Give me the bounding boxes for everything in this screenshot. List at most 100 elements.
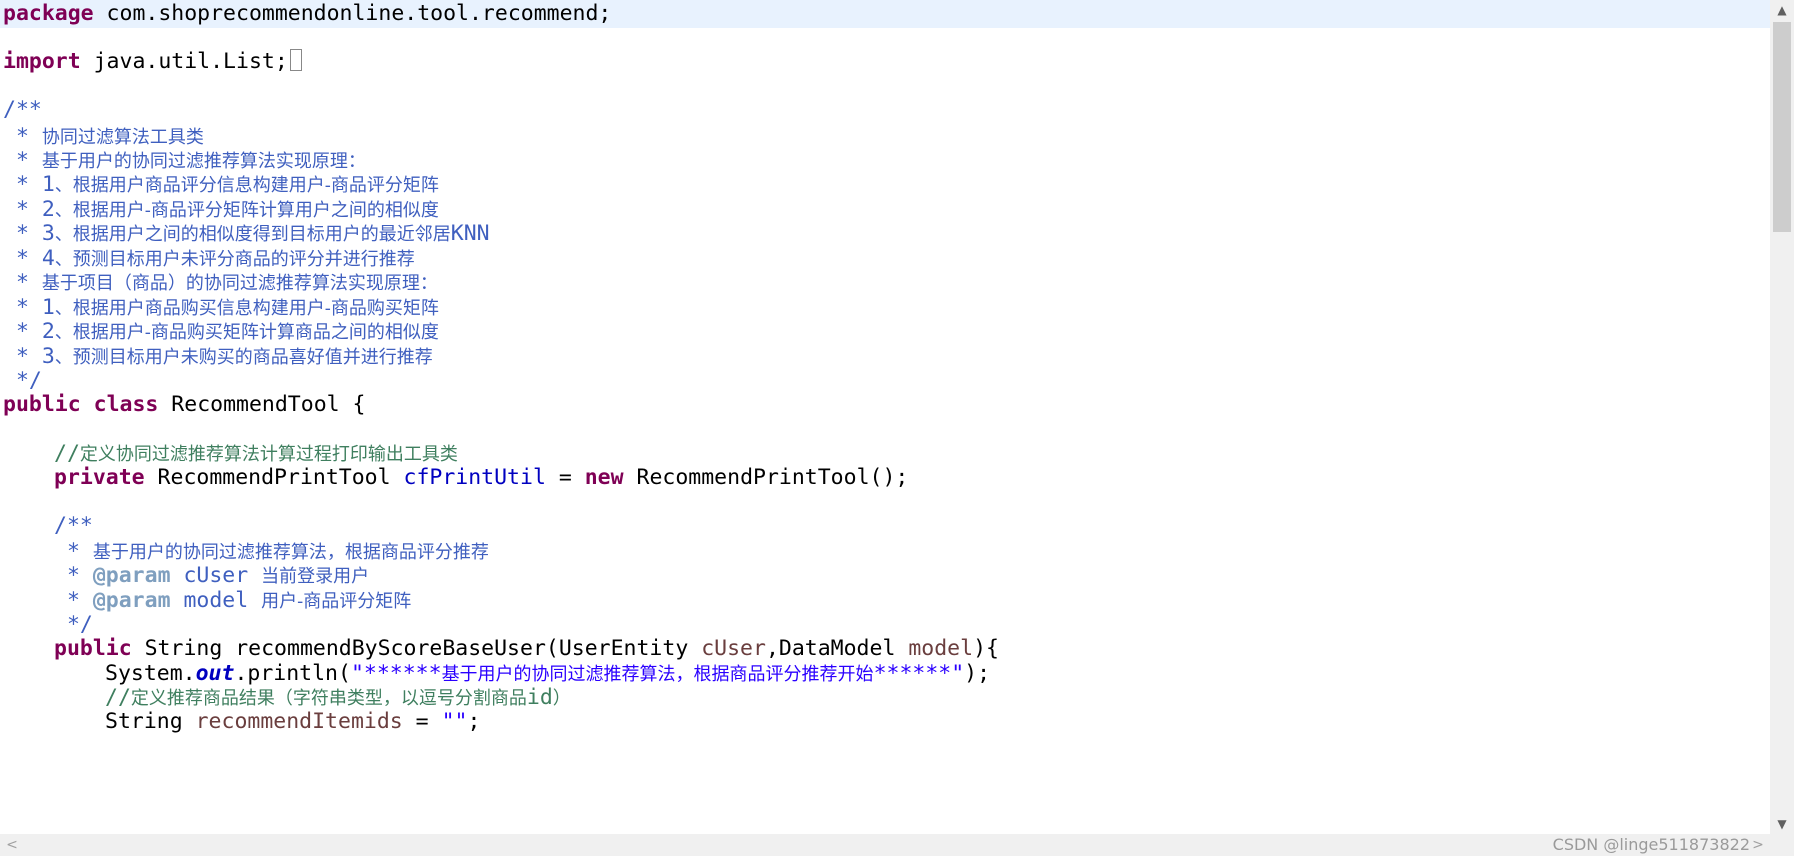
code-line-5[interactable]: /** xyxy=(3,96,42,124)
javadoc-number: 2 xyxy=(41,319,55,344)
keyword-public: public xyxy=(54,636,132,661)
line-comment-slashes: // xyxy=(105,685,131,710)
keyword-public: public xyxy=(3,392,81,417)
javadoc-star: * xyxy=(3,246,42,271)
javadoc-param-name: model xyxy=(170,588,262,613)
line-comment-close: ） xyxy=(552,688,571,709)
local-variable: recommendItemids xyxy=(195,709,403,734)
string-literal-start: "****** xyxy=(350,661,442,686)
string-literal-text: 基于用户的协同过滤推荐算法，根据商品评分推荐开始 xyxy=(441,664,874,685)
javadoc-param-tag: @param xyxy=(92,563,171,588)
javadoc-text: 基于用户的协同过滤推荐算法，根据商品评分推荐 xyxy=(92,542,489,563)
code-line-24[interactable]: * @param cUser 当前登录用户 xyxy=(54,562,369,590)
line-comment-id: id xyxy=(526,685,553,710)
javadoc-star: * xyxy=(54,588,93,613)
javadoc-text: 协同过滤算法工具类 xyxy=(41,127,204,148)
code-line-14[interactable]: * 2、根据用户-商品购买矩阵计算商品之间的相似度 xyxy=(3,318,439,346)
javadoc-star: * xyxy=(3,124,42,149)
static-field-out: out xyxy=(195,661,235,686)
parameter-cuser: cUser xyxy=(701,636,766,661)
javadoc-text: 、根据用户商品评分信息构建用户-商品评分矩阵 xyxy=(54,175,439,196)
javadoc-number: 3 xyxy=(41,344,55,369)
javadoc-star: * xyxy=(3,197,42,222)
field-name: cfPrintUtil xyxy=(403,465,546,490)
code-line-27[interactable]: public String recommendByScoreBaseUser(U… xyxy=(54,635,999,663)
javadoc-star: * xyxy=(54,563,93,588)
statement-end: ); xyxy=(964,661,991,686)
javadoc-number: 3 xyxy=(41,221,55,246)
type-name: RecommendPrintTool xyxy=(144,465,404,490)
javadoc-param-name: cUser xyxy=(170,563,262,588)
javadoc-text: 用户-商品评分矩阵 xyxy=(261,591,412,612)
class-declaration: RecommendTool { xyxy=(158,392,366,417)
keyword-import: import xyxy=(3,49,81,74)
javadoc-text: 基于项目（商品）的协同过滤推荐算法实现原理： xyxy=(41,273,438,294)
javadoc-star: * xyxy=(3,319,42,344)
folded-code-marker[interactable] xyxy=(289,49,302,71)
keyword-new: new xyxy=(584,465,624,490)
javadoc-number: 1 xyxy=(41,295,55,320)
vertical-scrollbar[interactable]: ▲ ▼ xyxy=(1770,0,1794,834)
scroll-left-icon[interactable]: < xyxy=(2,834,22,856)
code-line-1[interactable]: package com.shoprecommendonline.tool.rec… xyxy=(0,0,1770,28)
constructor-call: RecommendPrintTool(); xyxy=(623,465,909,490)
vertical-scroll-thumb[interactable] xyxy=(1773,22,1791,232)
parameter-model: model xyxy=(908,636,974,661)
javadoc-text: 当前登录用户 xyxy=(261,566,370,587)
method-signature-middle: ,DataModel xyxy=(765,636,909,661)
javadoc-text: 、预测目标用户未购买的商品喜好值并进行推荐 xyxy=(54,347,433,368)
javadoc-number: 4 xyxy=(41,246,55,271)
line-comment-slashes: // xyxy=(54,441,80,466)
code-line-17[interactable]: public class RecommendTool { xyxy=(3,391,365,419)
javadoc-param-tag: @param xyxy=(92,588,171,613)
javadoc-text: 基于用户的协同过滤推荐算法实现原理： xyxy=(41,151,366,172)
javadoc-text: 、预测目标用户未评分商品的评分并进行推荐 xyxy=(54,249,415,270)
code-line-10[interactable]: * 3、根据用户之间的相似度得到目标用户的最近邻居KNN xyxy=(3,220,490,248)
assignment: = xyxy=(545,465,585,490)
method-signature: String recommendByScoreBaseUser(UserEnti… xyxy=(131,636,702,661)
statement-end: ; xyxy=(467,709,481,734)
string-type: String xyxy=(105,709,196,734)
scroll-up-icon[interactable]: ▲ xyxy=(1770,0,1794,20)
javadoc-number: 1 xyxy=(41,172,55,197)
string-literal-end: ******" xyxy=(873,661,965,686)
keyword-class: class xyxy=(93,392,159,417)
system-class: System. xyxy=(105,661,196,686)
javadoc-text: 、根据用户-商品购买矩阵计算商品之间的相似度 xyxy=(54,322,439,343)
scroll-down-icon[interactable]: ▼ xyxy=(1770,814,1794,834)
keyword-package: package xyxy=(3,1,94,26)
javadoc-star: * xyxy=(3,221,42,246)
assignment: = xyxy=(402,709,442,734)
code-line-30[interactable]: String recommendItemids = ""; xyxy=(105,708,480,736)
line-comment-text: 定义推荐商品结果（字符串类型，以逗号分割商品 xyxy=(130,688,527,709)
keyword-private: private xyxy=(54,465,145,490)
import-statement: java.util.List; xyxy=(80,49,288,74)
method-signature-end: ){ xyxy=(973,636,999,661)
javadoc-text: 、根据用户-商品评分矩阵计算用户之间的相似度 xyxy=(54,200,439,221)
code-line-25[interactable]: * @param model 用户-商品评分矩阵 xyxy=(54,587,411,615)
javadoc-star: * xyxy=(3,148,42,173)
javadoc-star: * xyxy=(3,172,42,197)
package-name: com.shoprecommendonline.tool.recommend; xyxy=(93,1,612,26)
line-comment-text: 定义协同过滤推荐算法计算过程打印输出工具类 xyxy=(79,444,458,465)
javadoc-star: * xyxy=(54,539,93,564)
code-line-12[interactable]: * 基于项目（商品）的协同过滤推荐算法实现原理： xyxy=(3,269,438,297)
javadoc-star: * xyxy=(3,295,42,320)
javadoc-text: 、根据用户之间的相似度得到目标用户的最近邻居 xyxy=(54,224,451,245)
println-call: .println( xyxy=(234,661,351,686)
code-line-22[interactable]: /** xyxy=(54,512,93,540)
code-line-3[interactable]: import java.util.List; xyxy=(3,48,302,76)
csdn-watermark: CSDN @linge511873822 xyxy=(1552,835,1750,854)
code-line-8[interactable]: * 1、根据用户商品评分信息构建用户-商品评分矩阵 xyxy=(3,171,439,199)
horizontal-scrollbar[interactable]: < > xyxy=(0,834,1794,856)
scroll-right-icon[interactable]: > xyxy=(1748,834,1768,856)
code-line-20[interactable]: private RecommendPrintTool cfPrintUtil =… xyxy=(54,464,908,492)
javadoc-text: 、根据用户商品购买信息构建用户-商品购买矩阵 xyxy=(54,298,439,319)
code-editor[interactable]: package com.shoprecommendonline.tool.rec… xyxy=(0,0,1770,834)
javadoc-text-knn: KNN xyxy=(450,221,490,246)
empty-string-literal: "" xyxy=(441,709,468,734)
javadoc-star: * xyxy=(3,344,42,369)
javadoc-number: 2 xyxy=(41,197,55,222)
javadoc-star: * xyxy=(3,270,42,295)
code-line-15[interactable]: * 3、预测目标用户未购买的商品喜好值并进行推荐 xyxy=(3,343,433,371)
